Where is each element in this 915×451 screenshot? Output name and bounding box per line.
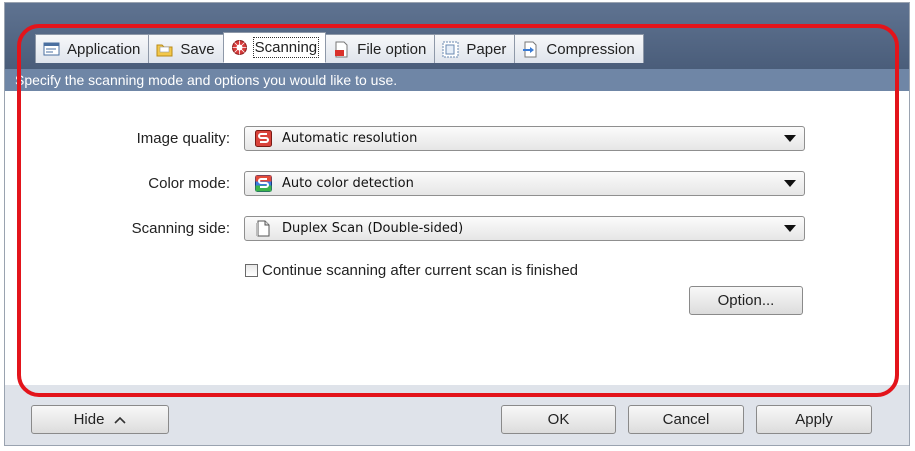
color-mode-value: Auto color detection	[282, 175, 414, 191]
scanning-side-value: Duplex Scan (Double-sided)	[282, 220, 464, 236]
tab-bar: Application Save Scanning File option Pa…	[35, 32, 644, 64]
tab-label: Application	[67, 40, 141, 58]
image-quality-value: Automatic resolution	[282, 130, 418, 146]
paper-icon	[442, 41, 459, 58]
scansnap-red-icon	[255, 129, 272, 147]
scan-settings-window: Application Save Scanning File option Pa…	[4, 2, 910, 446]
color-mode-row: Color mode: Auto color detection	[5, 170, 805, 196]
continue-scanning-checkbox[interactable]	[245, 264, 258, 277]
tab-save[interactable]: Save	[148, 34, 224, 63]
cancel-button[interactable]: Cancel	[628, 405, 744, 434]
tab-file-option[interactable]: File option	[325, 34, 436, 63]
chevron-up-icon	[114, 411, 126, 428]
image-quality-select[interactable]: Automatic resolution	[244, 125, 805, 151]
tab-scanning[interactable]: Scanning	[222, 32, 327, 63]
folder-icon	[156, 41, 173, 58]
application-icon	[43, 41, 60, 58]
tab-paper[interactable]: Paper	[434, 34, 516, 63]
tab-label: File option	[357, 40, 427, 58]
scanning-side-row: Scanning side: Duplex Scan (Double-sided…	[5, 215, 805, 241]
dropdown-arrow-icon[interactable]	[784, 134, 796, 142]
hide-label: Hide	[73, 411, 105, 428]
tab-application[interactable]: Application	[35, 34, 150, 63]
scanning-icon	[231, 39, 248, 56]
apply-button[interactable]: Apply	[756, 405, 872, 434]
continue-scanning-row: Continue scanning after current scan is …	[245, 262, 578, 279]
dropdown-arrow-icon[interactable]	[784, 179, 796, 187]
ok-button[interactable]: OK	[501, 405, 616, 434]
scanning-side-select[interactable]: Duplex Scan (Double-sided)	[244, 215, 805, 241]
panel-description: Specify the scanning mode and options yo…	[5, 69, 909, 91]
color-mode-select[interactable]: Auto color detection	[244, 170, 805, 196]
image-quality-row: Image quality: Automatic resolution	[5, 125, 805, 151]
tab-label: Save	[180, 40, 215, 58]
continue-scanning-label[interactable]: Continue scanning after current scan is …	[262, 262, 578, 279]
compression-icon	[522, 41, 539, 58]
image-quality-label: Image quality:	[136, 129, 230, 147]
color-mode-label: Color mode:	[148, 174, 230, 192]
tab-label: Paper	[466, 40, 507, 58]
hide-button[interactable]: Hide	[31, 405, 169, 434]
dialog-footer: Hide OK Cancel Apply	[5, 385, 909, 445]
dropdown-arrow-icon[interactable]	[784, 224, 796, 232]
document-page-icon	[255, 220, 272, 237]
tab-label: Compression	[546, 40, 635, 58]
scanning-panel: Specify the scanning mode and options yo…	[5, 69, 909, 385]
tab-compression[interactable]: Compression	[514, 34, 644, 63]
tab-label: Scanning	[252, 37, 320, 58]
option-button[interactable]: Option...	[689, 286, 803, 315]
file-option-icon	[333, 41, 350, 58]
tab-strip: Application Save Scanning File option Pa…	[5, 3, 909, 69]
scanning-side-label: Scanning side:	[131, 219, 230, 237]
scansnap-color-icon	[255, 174, 272, 192]
